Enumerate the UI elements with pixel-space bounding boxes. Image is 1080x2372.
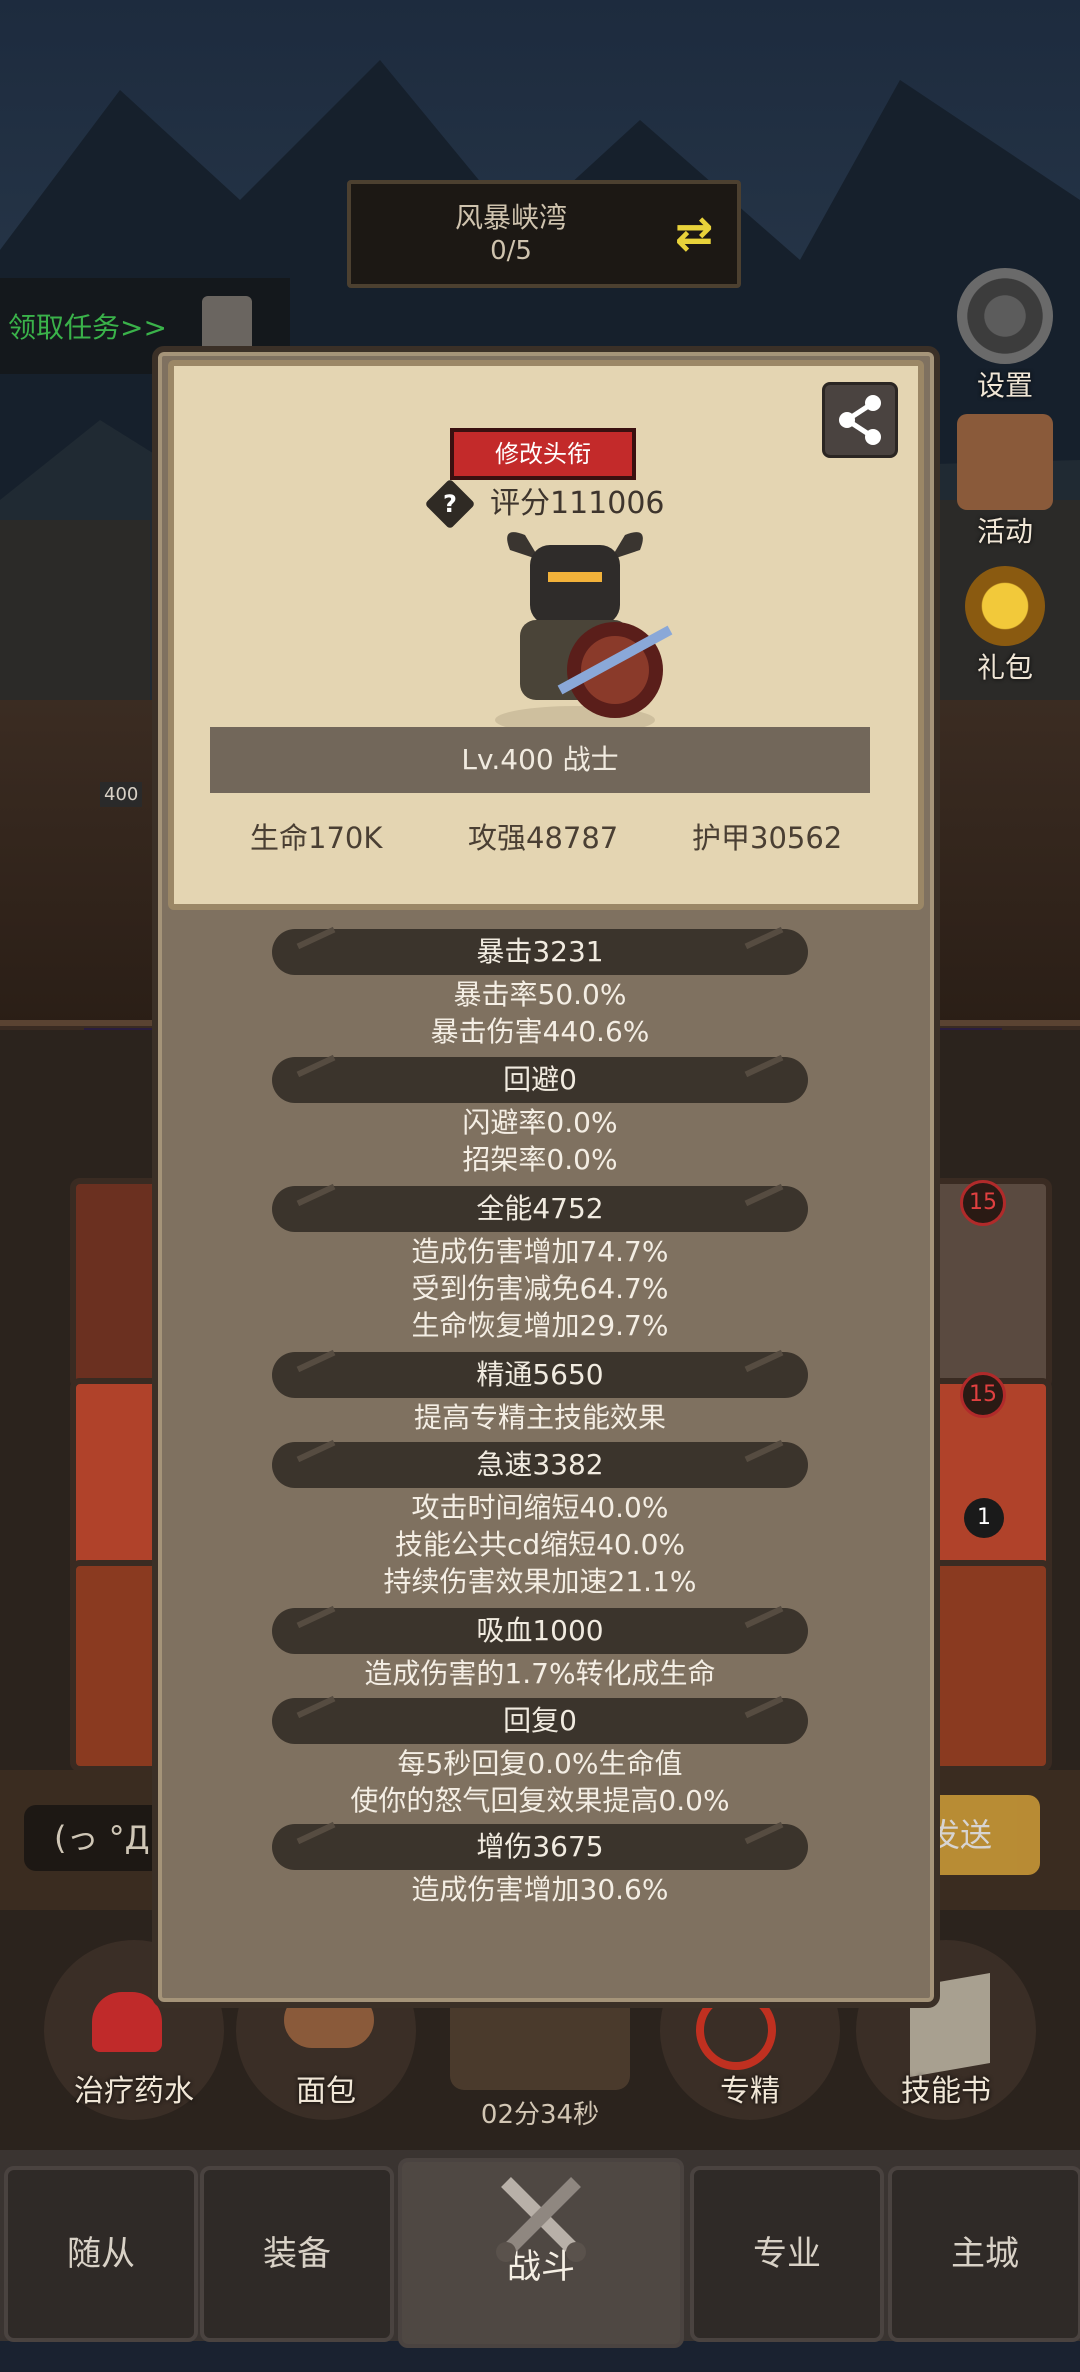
armor-stat: 护甲30562: [692, 821, 843, 855]
bread-label: 面包: [296, 2074, 356, 2109]
hp-stat: 生命170K: [250, 821, 383, 855]
spec-label: 专精: [720, 2074, 780, 2109]
attack-stat: 攻强48787: [468, 821, 619, 855]
crossed-swords-icon: [496, 2177, 586, 2262]
tab-profession[interactable]: 专业: [690, 2166, 884, 2342]
stat-line: 每5秒回复0.0%生命值: [397, 1747, 683, 1780]
level-tag: 400: [100, 782, 143, 807]
haste-header: 急速3382: [272, 1442, 808, 1488]
stat-line: 招架率0.0%: [462, 1143, 618, 1176]
gift-pot-icon: [965, 566, 1045, 646]
stat-line: 受到伤害减免64.7%: [411, 1272, 669, 1305]
stat-line: 闪避率0.0%: [462, 1106, 618, 1139]
tab-equipment[interactable]: 装备: [200, 2166, 394, 2342]
stat-line: 造成伤害增加74.7%: [411, 1235, 669, 1268]
damage-bonus-header: 增伤3675: [272, 1824, 808, 1870]
zone-indicator[interactable]: 风暴峡湾 0/5 ⇄: [347, 180, 741, 288]
stat-line: 使你的怒气回复效果提高0.0%: [350, 1784, 730, 1817]
change-title-button[interactable]: 修改头衔: [450, 428, 636, 480]
stat-line: 提高专精主技能效果: [413, 1401, 666, 1434]
share-icon: [839, 395, 881, 445]
lifesteal-header: 吸血1000: [272, 1608, 808, 1654]
settings-button[interactable]: 设置: [950, 268, 1060, 404]
stat-line: 暴击率50.0%: [453, 978, 627, 1011]
level-class-bar: Lv.400 战士: [210, 727, 870, 793]
versatility-header: 全能4752: [272, 1186, 808, 1232]
refresh-icon[interactable]: ⇄: [667, 206, 721, 260]
count-badge: 15: [960, 1180, 1006, 1226]
gift-button[interactable]: 礼包: [950, 566, 1060, 686]
stat-line: 生命恢复增加29.7%: [411, 1309, 669, 1342]
quest-label: 领取任务>>: [8, 311, 167, 344]
help-icon[interactable]: ?: [424, 478, 476, 530]
tab-followers[interactable]: 随从: [4, 2166, 198, 2342]
skillbook-label: 技能书: [901, 2074, 991, 2109]
regen-header: 回复0: [272, 1698, 808, 1744]
chest-timer: 02分34秒: [480, 2100, 600, 2130]
activity-button[interactable]: 活动: [950, 414, 1060, 550]
dodge-header: 回避0: [272, 1057, 808, 1103]
share-button[interactable]: [822, 382, 898, 458]
score-value: 评分111006: [490, 486, 665, 521]
stat-line: 技能公共cd缩短40.0%: [394, 1528, 686, 1561]
warrior-avatar: [495, 532, 673, 734]
zone-name: 风暴峡湾: [454, 201, 567, 234]
stat-line: 造成伤害的1.7%转化成生命: [364, 1657, 716, 1690]
activity-label: 活动: [976, 515, 1033, 548]
zone-progress: 0/5: [490, 236, 532, 266]
tab-battle[interactable]: 战斗: [398, 2158, 684, 2348]
stat-line: 造成伤害增加30.6%: [411, 1873, 669, 1906]
count-badge: 15: [960, 1372, 1006, 1418]
stat-line: 暴击伤害440.6%: [430, 1015, 650, 1048]
crit-header: 暴击3231: [272, 929, 808, 975]
settings-label: 设置: [976, 369, 1033, 402]
scroll-icon: [957, 414, 1053, 510]
potion-label: 治疗药水: [74, 2074, 194, 2109]
count-badge: 1: [964, 1498, 1004, 1538]
tab-main-city[interactable]: 主城: [888, 2166, 1080, 2342]
gift-label: 礼包: [976, 651, 1033, 684]
stat-line: 持续伤害效果加速21.1%: [383, 1565, 697, 1598]
gear-icon: [957, 268, 1053, 364]
potion-icon: [92, 1992, 162, 2052]
stat-line: 攻击时间缩短40.0%: [411, 1491, 669, 1524]
mastery-header: 精通5650: [272, 1352, 808, 1398]
